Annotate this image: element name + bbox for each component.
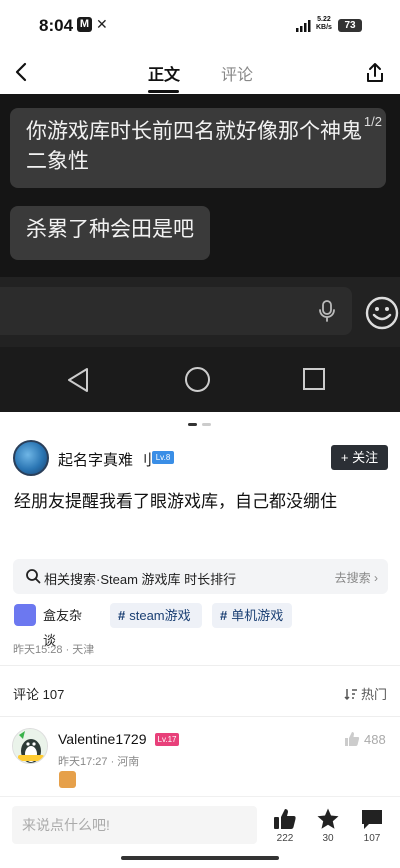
cat-emoji-icon <box>59 771 76 788</box>
author-name[interactable]: 起名字真难 刂 <box>58 449 152 470</box>
go-search-link[interactable]: 去搜索 › <box>335 569 378 586</box>
hashtag-icon: # <box>118 608 126 623</box>
comment-avatar[interactable] <box>12 728 48 764</box>
comment-author-name[interactable]: Valentine1729 <box>58 731 146 747</box>
author-level-badge: Lv.8 <box>152 451 174 464</box>
comment-count: 107 <box>363 833 381 844</box>
chat-input-field <box>0 287 352 335</box>
thumbs-up-icon[interactable] <box>344 731 360 747</box>
net-speed: 5.22 KB/s <box>316 16 332 31</box>
status-bar: 8:04 M ✕ 5.22 KB/s 73 <box>0 0 400 52</box>
chat-input-row <box>0 277 400 347</box>
post-title: 经朋友提醒我看了眼游戏库，自己都没绷住 <box>14 492 337 511</box>
comment-like-count: 488 <box>364 732 386 747</box>
top-navigation: 正文 评论 <box>0 52 400 94</box>
comment-bubble-icon <box>362 810 382 829</box>
favorite-count: 30 <box>322 833 334 844</box>
group-icon <box>14 604 36 626</box>
comment-meta: 昨天17:27 · 河南 <box>58 756 140 768</box>
divider <box>0 665 400 666</box>
share-icon[interactable] <box>363 61 387 85</box>
comment-button[interactable] <box>357 807 387 836</box>
tag-single-player[interactable]: # 单机游戏 <box>212 603 292 628</box>
carousel-dot <box>202 423 211 426</box>
hashtag-icon: # <box>220 608 228 623</box>
tag-steam[interactable]: # steam游戏 <box>110 603 202 628</box>
divider <box>0 716 400 717</box>
image-page-indicator: 1/2 <box>363 114 382 129</box>
sort-hot-button[interactable]: 热门 <box>344 684 387 703</box>
tab-main-text[interactable]: 正文 <box>148 61 180 85</box>
gesture-handle[interactable] <box>121 856 279 860</box>
favorite-button[interactable] <box>313 807 343 836</box>
chat-screenshot: 你游戏库时长前四名就好像那个神鬼二象性 杀累了种会田是吧 1/2 <box>0 94 400 277</box>
microphone-icon <box>319 300 335 322</box>
star-icon <box>317 808 339 829</box>
comment-level-badge: Lv.17 <box>155 733 179 746</box>
comments-header: 评论 107 <box>13 687 65 702</box>
penguin-avatar-icon <box>13 729 47 763</box>
chat-bubble: 你游戏库时长前四名就好像那个神鬼二象性 <box>10 108 386 188</box>
like-button[interactable] <box>270 807 300 836</box>
like-count: 222 <box>276 833 294 844</box>
author-avatar[interactable] <box>13 440 49 476</box>
carousel-dot-active <box>188 423 197 426</box>
tab-comments[interactable]: 评论 <box>221 61 253 85</box>
circle-home-icon <box>185 367 210 392</box>
tag-group[interactable]: 盒友杂谈 <box>13 603 99 648</box>
silent-mode-icon: ✕ <box>96 16 108 32</box>
sort-icon <box>344 689 357 701</box>
back-arrow-icon[interactable] <box>10 60 34 84</box>
follow-button[interactable]: + 关注 <box>331 445 388 470</box>
comment-input[interactable]: 来说点什么吧! <box>12 806 257 844</box>
chat-bubble: 杀累了种会田是吧 <box>10 206 210 260</box>
related-search-text: 相关搜索·Steam 游戏库 时长排行 <box>44 572 237 587</box>
post-meta: 昨天15:28 · 天津 <box>13 644 95 656</box>
related-search-bar[interactable]: 相关搜索·Steam 游戏库 时长排行 去搜索 › <box>13 559 388 594</box>
screenshot-system-nav <box>0 347 400 412</box>
bottom-action-bar: 来说点什么吧! 222 30 107 <box>0 796 400 854</box>
square-recents-icon <box>303 368 325 390</box>
triangle-back-icon <box>68 368 88 392</box>
emoji-icon <box>365 296 399 330</box>
app-notification-icon: M <box>77 17 92 32</box>
active-tab-indicator <box>148 90 179 93</box>
battery-icon: 73 <box>338 19 362 32</box>
search-icon <box>26 569 41 584</box>
post-image[interactable]: 你游戏库时长前四名就好像那个神鬼二象性 杀累了种会田是吧 1/2 <box>0 94 400 412</box>
thumbs-up-icon <box>274 809 296 829</box>
signal-icon <box>296 20 311 32</box>
carousel-dots <box>0 423 400 427</box>
status-time: 8:04 <box>39 16 74 35</box>
